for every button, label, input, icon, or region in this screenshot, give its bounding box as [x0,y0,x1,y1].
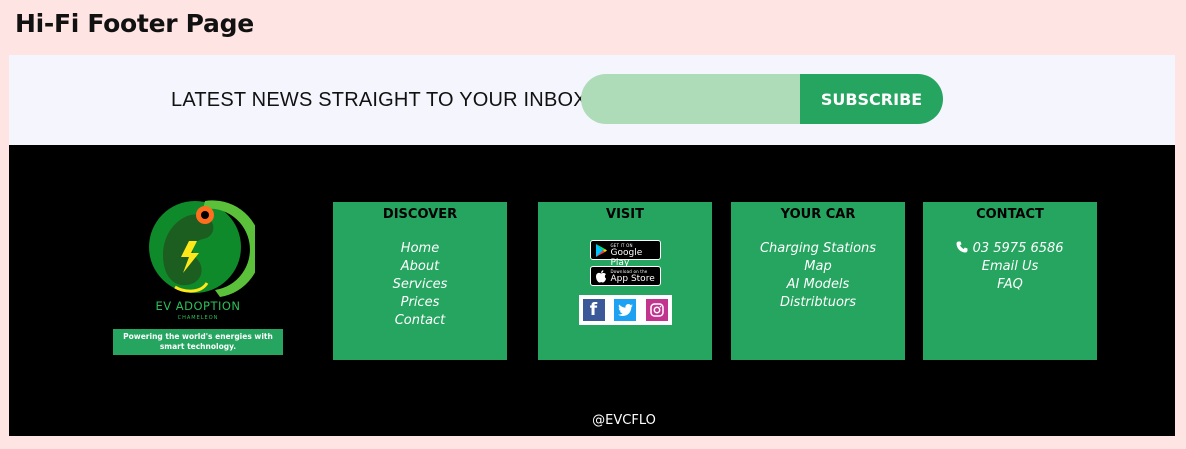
page-title: Hi-Fi Footer Page [15,9,254,38]
discover-heading: DISCOVER [382,207,458,222]
discover-links: Home About Services Prices Contact [333,240,507,330]
visit-column: VISIT GET IT ON Google Play Download on … [538,202,712,360]
newsletter-band: LATEST NEWS STRAIGHT TO YOUR INBOX SUBSC… [9,55,1175,145]
discover-link-about[interactable]: About [333,258,507,276]
footer: EV ADOPTION CHAMELEON Powering the world… [9,145,1175,436]
app-store-badge[interactable]: Download on the App Store [589,266,661,286]
instagram-icon[interactable] [645,299,668,321]
contact-heading: CONTACT [976,207,1044,222]
brand-subtitle: CHAMELEON [177,315,219,321]
your-car-link-map[interactable]: Map [731,258,905,276]
discover-link-prices[interactable]: Prices [333,294,507,312]
your-car-link-charging-stations[interactable]: Charging Stations [731,240,905,258]
your-car-links: Charging Stations Map AI Models Distribt… [731,240,905,312]
your-car-link-ai-models[interactable]: AI Models [731,276,905,294]
newsletter-form: SUBSCRIBE [581,74,943,124]
contact-email-link[interactable]: Email Us [923,258,1097,276]
email-input[interactable] [581,74,800,124]
discover-link-services[interactable]: Services [333,276,507,294]
copyright: @EVCFLO [592,413,656,428]
subscribe-button[interactable]: SUBSCRIBE [800,74,943,124]
contact-links: 03 5975 6586 Email Us FAQ [923,240,1097,294]
facebook-icon[interactable]: f [582,299,605,321]
contact-phone[interactable]: 03 5975 6586 [923,240,1097,258]
contact-column: CONTACT 03 5975 6586 Email Us FAQ [923,202,1097,360]
brand-name: EV ADOPTION [155,299,241,313]
app-store-label: App Store [610,274,655,284]
your-car-link-distributors[interactable]: Distribtuors [731,294,905,312]
discover-link-contact[interactable]: Contact [333,312,507,330]
discover-link-home[interactable]: Home [333,240,507,258]
your-car-column: YOUR CAR Charging Stations Map AI Models… [731,202,905,360]
discover-column: DISCOVER Home About Services Prices Cont… [333,202,507,360]
google-play-label: Google Play [610,248,643,268]
apple-icon [595,270,606,283]
your-car-heading: YOUR CAR [780,207,856,222]
twitter-icon[interactable] [614,299,636,321]
google-play-icon [595,244,607,257]
brand-tagline: Powering the world's energies with smart… [113,329,283,355]
chameleon-logo [149,200,255,297]
google-play-badge[interactable]: GET IT ON Google Play [589,240,661,268]
phone-icon [956,241,968,253]
newsletter-text: LATEST NEWS STRAIGHT TO YOUR INBOX [171,89,587,111]
contact-faq-link[interactable]: FAQ [923,276,1097,294]
visit-heading: VISIT [606,207,644,222]
social-links: f [578,295,672,325]
contact-phone-number: 03 5975 6586 [972,241,1064,256]
